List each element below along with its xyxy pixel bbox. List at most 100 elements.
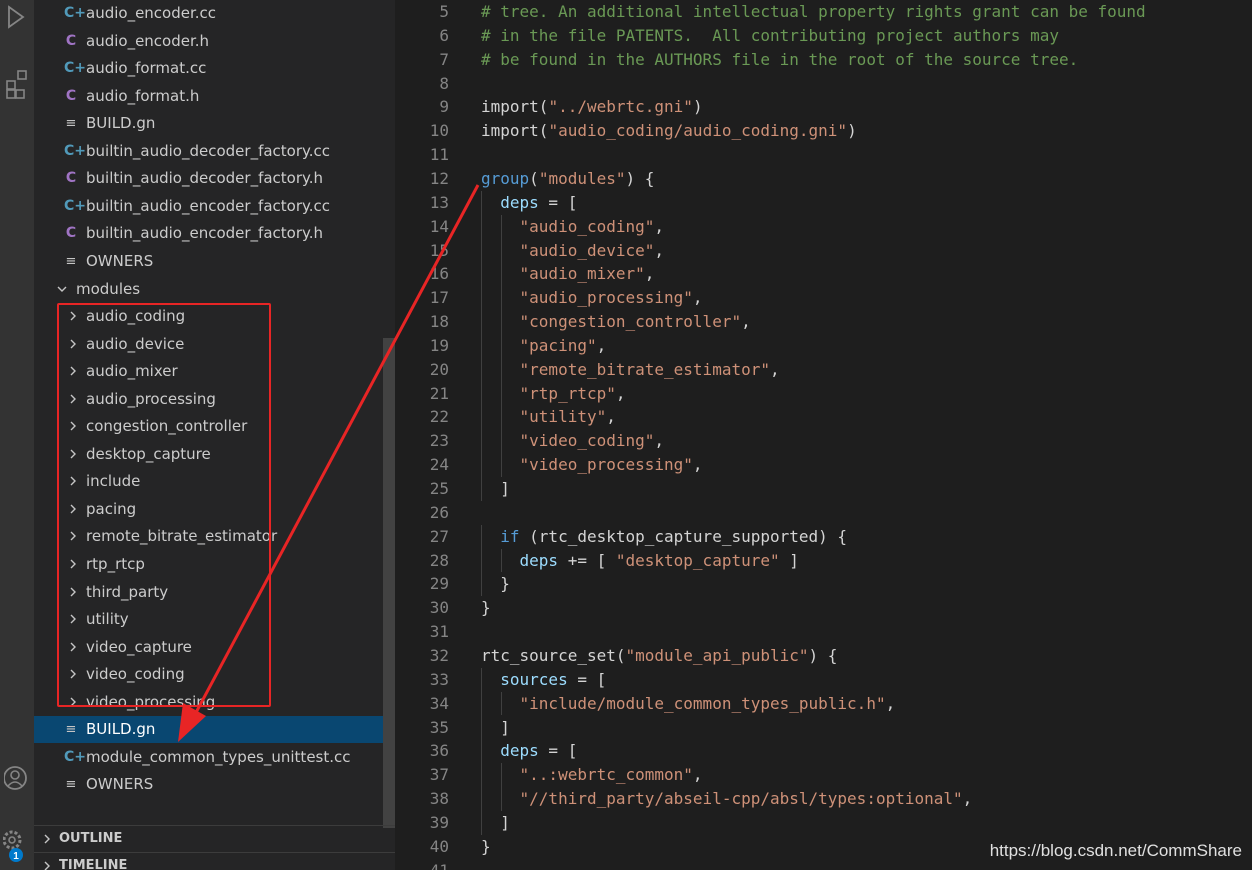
- chevron-right-icon: [70, 394, 76, 404]
- accounts-icon[interactable]: [0, 763, 34, 793]
- code-token: "include/module_common_types_public.h": [519, 693, 886, 713]
- chevron-right-icon: [70, 311, 76, 321]
- file-item[interactable]: C+ audio_encoder.cc: [34, 0, 395, 27]
- code-token: rtc_source_set(: [481, 645, 626, 665]
- code-line: }: [481, 835, 491, 859]
- code-token: deps: [500, 192, 539, 212]
- folder-label: audio_coding: [86, 307, 186, 326]
- line-number: 17: [429, 288, 449, 308]
- line-number: 23: [429, 431, 449, 451]
- file-item-label: OWNERS: [86, 775, 154, 794]
- file-item[interactable]: C+ module_common_types_unittest.cc: [34, 744, 395, 771]
- file-item-label: BUILD.gn: [86, 114, 156, 133]
- text-file-icon: ≡: [65, 777, 77, 793]
- folder-label: utility: [86, 610, 129, 629]
- code-editor[interactable]: 5 # tree. An additional intellectual prop…: [395, 0, 1252, 870]
- folder-label: remote_bitrate_estimator: [86, 527, 278, 546]
- code-line: "video_processing",: [481, 453, 703, 477]
- chevron-right-icon: [44, 834, 50, 844]
- file-item-label: builtin_audio_encoder_factory.cc: [86, 196, 331, 215]
- timeline-section-header[interactable]: TIMELINE: [34, 852, 395, 870]
- file-item[interactable]: ≡ OWNERS: [34, 771, 395, 798]
- line-number: 25: [429, 479, 449, 498]
- file-item[interactable]: ≡ BUILD.gn: [34, 110, 395, 137]
- code-token: "audio_mixer": [519, 264, 645, 284]
- folder-item[interactable]: audio_coding: [34, 303, 395, 330]
- folder-item[interactable]: utility: [34, 606, 395, 633]
- file-item[interactable]: Caudio_format.h: [34, 83, 395, 110]
- line-number: 10: [429, 121, 449, 141]
- extensions-icon[interactable]: [0, 68, 34, 102]
- file-item[interactable]: Cbuiltin_audio_decoder_factory.h: [34, 165, 395, 192]
- explorer-scrollbar[interactable]: [383, 338, 395, 828]
- code-token: "utility": [519, 407, 607, 427]
- code-token: }: [481, 836, 491, 856]
- code-line: "pacing",: [481, 334, 607, 358]
- code-token: ,: [606, 407, 616, 427]
- folder-item[interactable]: congestion_controller: [34, 413, 395, 440]
- timeline-label: TIMELINE: [59, 858, 128, 870]
- file-item-label: audio_encoder.h: [86, 31, 210, 50]
- line-number: 28: [429, 550, 449, 570]
- code-line: rtc_source_set("module_api_public") {: [481, 644, 837, 668]
- file-item[interactable]: C+ builtin_audio_encoder_factory.cc: [34, 193, 395, 220]
- folder-item[interactable]: pacing: [34, 496, 395, 523]
- folder-item[interactable]: include: [34, 468, 395, 495]
- file-item[interactable]: Caudio_encoder.h: [34, 28, 395, 55]
- line-number: 31: [429, 622, 449, 642]
- folder-item[interactable]: video_processing: [34, 689, 395, 716]
- code-line: "video_coding",: [481, 429, 665, 453]
- file-item[interactable]: C+ builtin_audio_decoder_factory.cc: [34, 138, 395, 165]
- chevron-right-icon: [70, 614, 76, 624]
- code-line: ]: [481, 716, 510, 740]
- line-number: 26: [429, 502, 449, 522]
- run-debug-icon[interactable]: [0, 4, 34, 30]
- line-number: 35: [429, 717, 449, 737]
- code-line: "audio_processing",: [481, 286, 703, 310]
- folder-item[interactable]: video_coding: [34, 661, 395, 688]
- code-line: import("../webrtc.gni"): [481, 95, 703, 119]
- line-number: 41: [395, 859, 449, 870]
- folder-item[interactable]: audio_device: [34, 331, 395, 358]
- folder-item[interactable]: desktop_capture: [34, 441, 395, 468]
- folder-item[interactable]: rtp_rtcp: [34, 551, 395, 578]
- code-line: import("audio_coding/audio_coding.gni"): [481, 119, 857, 143]
- code-line: "audio_coding",: [481, 215, 665, 239]
- code-token: if: [500, 526, 520, 546]
- line-number: 39: [429, 812, 449, 832]
- outline-section-header[interactable]: OUTLINE: [34, 825, 395, 852]
- line-number: 5: [439, 2, 449, 21]
- file-item[interactable]: ≡ BUILD.gn: [34, 716, 395, 744]
- folder-item[interactable]: remote_bitrate_estimator: [34, 523, 395, 550]
- folder-item[interactable]: third_party: [34, 579, 395, 606]
- folder-modules[interactable]: modules: [34, 276, 395, 303]
- file-item[interactable]: Cbuiltin_audio_encoder_factory.h: [34, 220, 395, 247]
- folder-label: congestion_controller: [86, 417, 248, 436]
- code-token: ]: [481, 479, 510, 498]
- code-token: ,: [769, 359, 780, 379]
- line-number: 7: [439, 49, 449, 69]
- line-number: 13: [429, 192, 449, 212]
- code-line: }: [481, 596, 491, 620]
- manage-gear-icon[interactable]: 1: [0, 826, 34, 866]
- code-token: "pacing": [519, 335, 597, 355]
- chevron-right-icon: [70, 366, 76, 376]
- cpp-file-icon: C+: [64, 5, 87, 21]
- code-token: ,: [962, 789, 973, 809]
- file-item[interactable]: C+ audio_format.cc: [34, 55, 395, 82]
- code-token: ,: [654, 431, 665, 451]
- chevron-down-icon: [57, 286, 67, 292]
- cpp-file-icon: C+: [64, 197, 87, 214]
- folder-item[interactable]: audio_mixer: [34, 358, 395, 385]
- folder-item[interactable]: video_capture: [34, 634, 395, 661]
- code-token: ) {: [808, 645, 838, 665]
- folder-item[interactable]: audio_processing: [34, 386, 395, 413]
- file-item[interactable]: ≡ OWNERS: [34, 248, 395, 275]
- file-item-label: builtin_audio_encoder_factory.h: [86, 224, 324, 243]
- code-token: ,: [692, 288, 703, 308]
